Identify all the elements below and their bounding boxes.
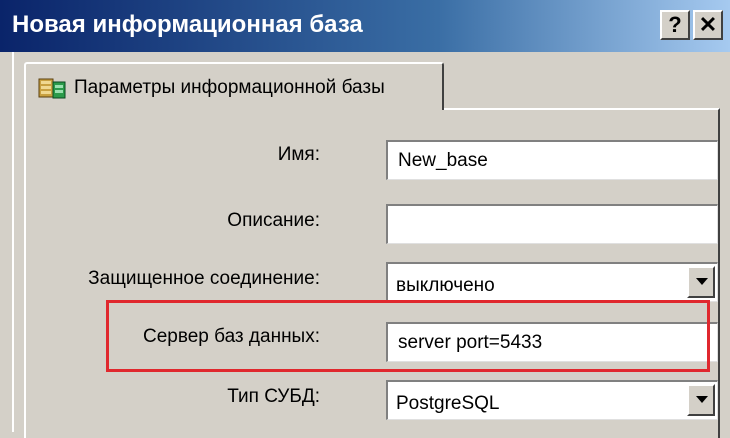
window-title: Новая информационная база (12, 11, 363, 38)
description-label: Описание: (227, 210, 320, 231)
name-field[interactable]: New_base (386, 140, 718, 180)
secure-connection-value: выключено (396, 275, 495, 296)
chevron-down-icon[interactable] (687, 384, 715, 416)
chevron-down-icon[interactable] (687, 266, 715, 298)
description-field[interactable] (386, 204, 718, 244)
close-button[interactable]: ✕ (693, 10, 723, 40)
database-settings-icon (38, 78, 66, 99)
dbms-type-select[interactable]: PostgreSQL (386, 380, 718, 420)
tab-infobase-parameters[interactable]: Параметры информационной базы (24, 62, 444, 110)
help-icon: ? (668, 12, 682, 37)
close-icon: ✕ (698, 12, 718, 37)
help-button[interactable]: ? (660, 10, 690, 40)
tab-label: Параметры информационной базы (74, 77, 385, 98)
secure-connection-select[interactable]: выключено (386, 262, 718, 302)
dbms-type-value: PostgreSQL (396, 393, 500, 414)
secure-connection-label: Защищенное соединение: (88, 268, 320, 289)
highlight-box (106, 300, 710, 372)
name-label: Имя: (277, 144, 320, 165)
dbms-type-label: Тип СУБД: (227, 386, 320, 407)
tab-panel: Имя: New_base Описание: Защищенное соеди… (24, 108, 720, 438)
title-bar[interactable]: Новая информационная база ? ✕ (0, 0, 730, 52)
